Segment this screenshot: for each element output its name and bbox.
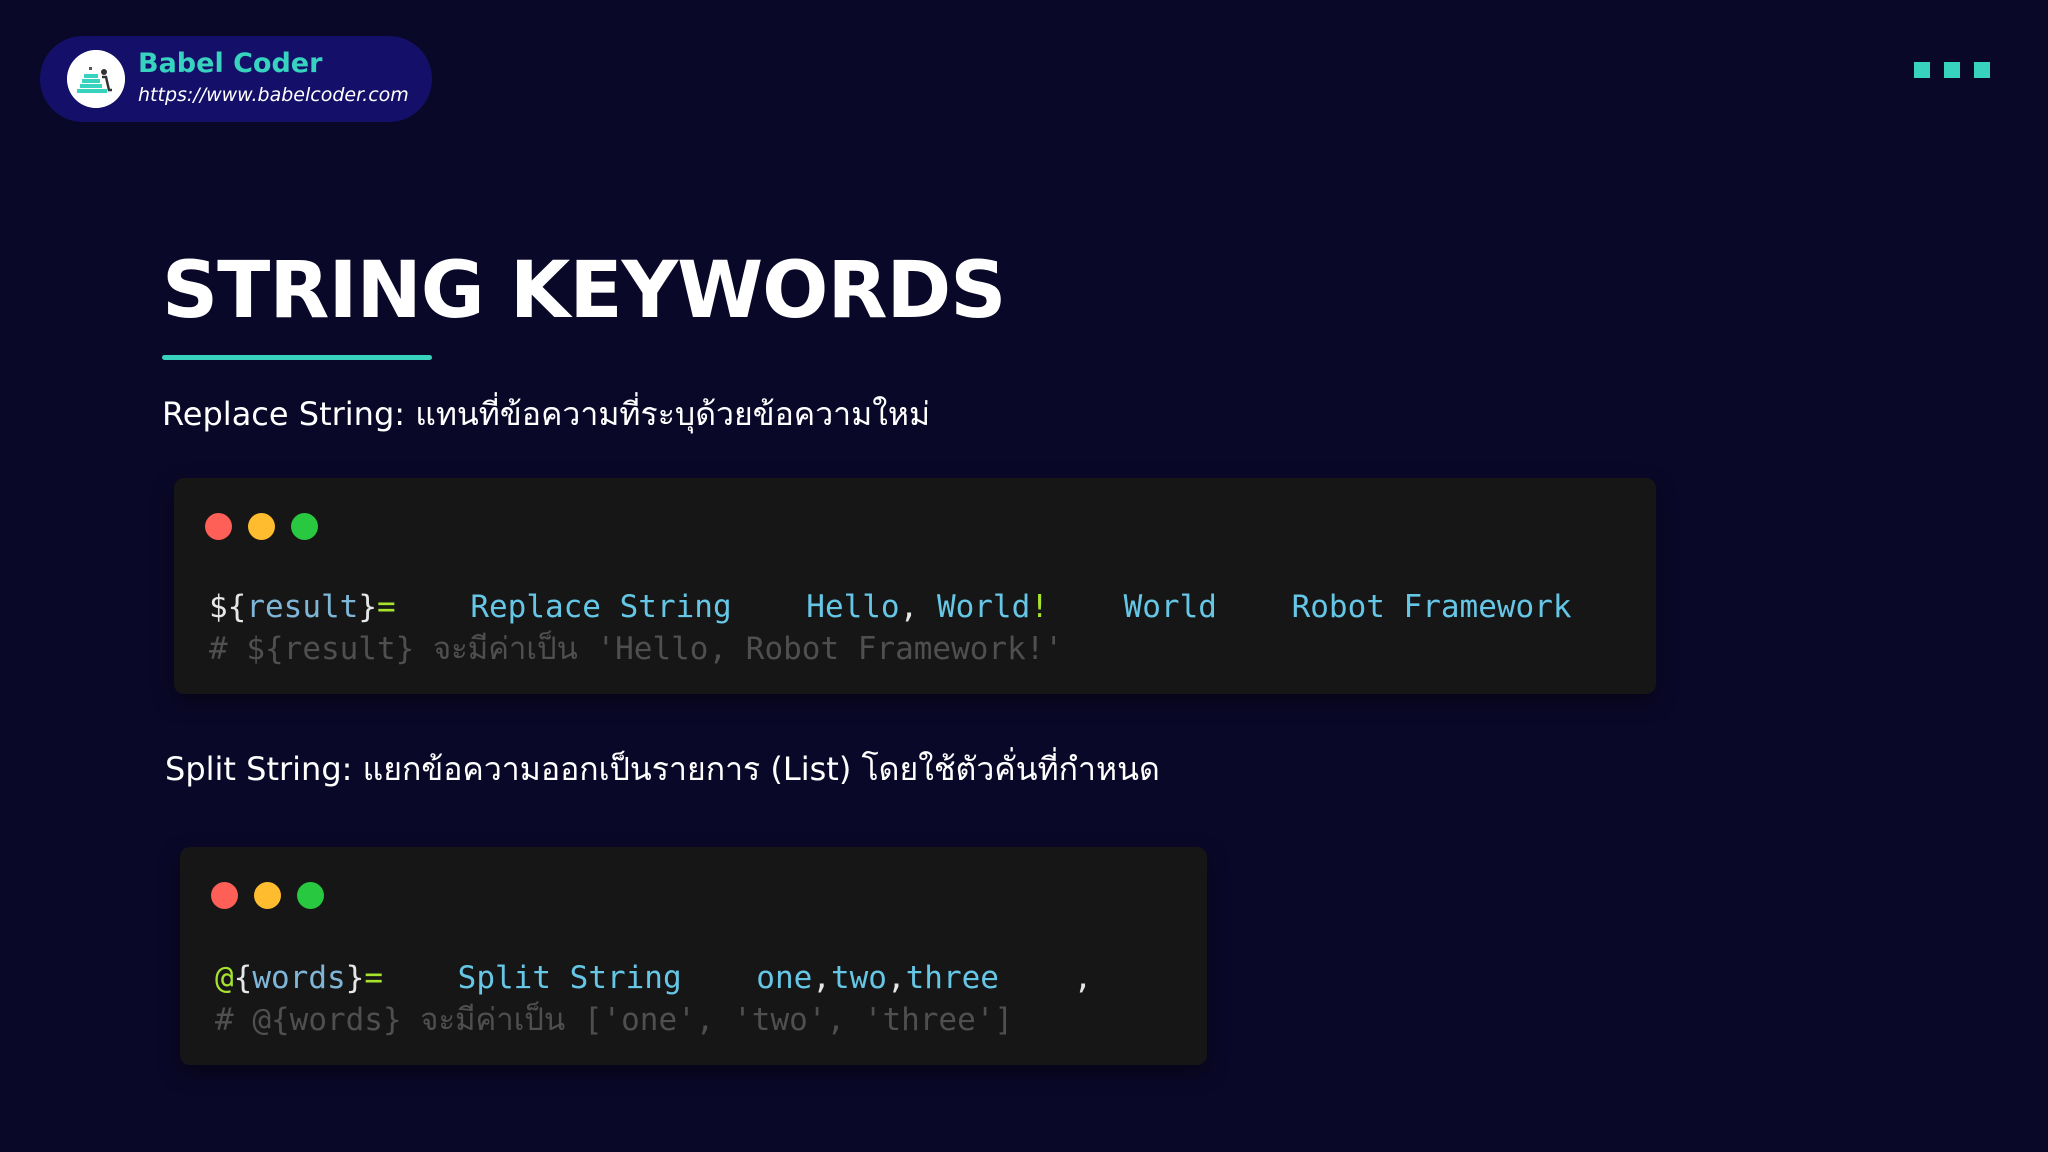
split-string-description: Split String: แยกข้อความออกเป็นรายการ (L… bbox=[165, 750, 1160, 788]
minimize-dot-icon bbox=[254, 882, 281, 909]
variable-open-brace: { bbox=[227, 589, 247, 625]
brand-url-link[interactable]: https://www.babelcoder.com bbox=[138, 84, 409, 106]
argument-comma: , bbox=[886, 960, 906, 996]
argument-string: two bbox=[830, 960, 887, 996]
replace-string-code-window: ${result}= Replace String Hello, World! … bbox=[174, 478, 1656, 694]
argument-bang: ! bbox=[1030, 589, 1049, 625]
maximize-dot-icon bbox=[291, 513, 318, 540]
variable-sigil: $ bbox=[209, 589, 228, 625]
page-title: STRING KEYWORDS bbox=[162, 246, 1006, 336]
minimize-dot-icon bbox=[248, 513, 275, 540]
brand-name: Babel Coder bbox=[138, 48, 323, 79]
argument-comma: , bbox=[899, 589, 919, 625]
code-comment: # @{words} จะมีค่าเป็น ['one', 'two', 't… bbox=[215, 1002, 1014, 1038]
separator-gap bbox=[1217, 589, 1292, 625]
separator-gap bbox=[999, 960, 1074, 996]
variable-close-brace: } bbox=[345, 960, 365, 996]
code-line: @{words}= Split String one,two,three , bbox=[215, 963, 1092, 994]
code-line: ${result}= Replace String Hello, World! … bbox=[209, 592, 1572, 623]
assignment-operator: = bbox=[377, 589, 396, 625]
replace-string-description: Replace String: แทนที่ข้อความที่ระบุด้วย… bbox=[162, 395, 931, 433]
keyword-name: Split String bbox=[457, 960, 682, 996]
separator-gap bbox=[1049, 589, 1124, 625]
split-string-code-window: @{words}= Split String one,two,three , #… bbox=[180, 847, 1207, 1065]
code-comment: # ${result} จะมีค่าเป็น 'Hello, Robot Fr… bbox=[209, 631, 1064, 667]
square-icon bbox=[1914, 62, 1930, 78]
brand-badge[interactable]: Babel Coder https://www.babelcoder.com bbox=[40, 36, 432, 122]
square-icon bbox=[1974, 62, 1990, 78]
variable-name: words bbox=[252, 960, 346, 996]
argument-replacement: Robot Framework bbox=[1291, 589, 1572, 625]
assignment-operator: = bbox=[364, 960, 384, 996]
separator-gap bbox=[732, 589, 807, 625]
argument-string: three bbox=[905, 960, 999, 996]
argument-string: World bbox=[918, 589, 1031, 625]
three-squares-icon bbox=[1914, 62, 1990, 78]
variable-open-brace: { bbox=[233, 960, 253, 996]
variable-sigil: @ bbox=[215, 960, 234, 996]
argument-string: Hello bbox=[806, 589, 900, 625]
variable-name: result bbox=[246, 589, 359, 625]
separator-gap bbox=[682, 960, 757, 996]
keyword-name: Replace String bbox=[470, 589, 732, 625]
title-underline bbox=[162, 355, 432, 360]
variable-close-brace: } bbox=[358, 589, 377, 625]
separator-gap bbox=[383, 960, 458, 996]
square-icon bbox=[1944, 62, 1960, 78]
argument-separator: , bbox=[1073, 960, 1093, 996]
separator-gap bbox=[396, 589, 471, 625]
argument-string: one bbox=[756, 960, 813, 996]
close-dot-icon bbox=[205, 513, 232, 540]
brand-logo-icon bbox=[67, 50, 125, 108]
argument-comma: , bbox=[812, 960, 831, 996]
argument-search: World bbox=[1123, 589, 1217, 625]
maximize-dot-icon bbox=[297, 882, 324, 909]
close-dot-icon bbox=[211, 882, 238, 909]
